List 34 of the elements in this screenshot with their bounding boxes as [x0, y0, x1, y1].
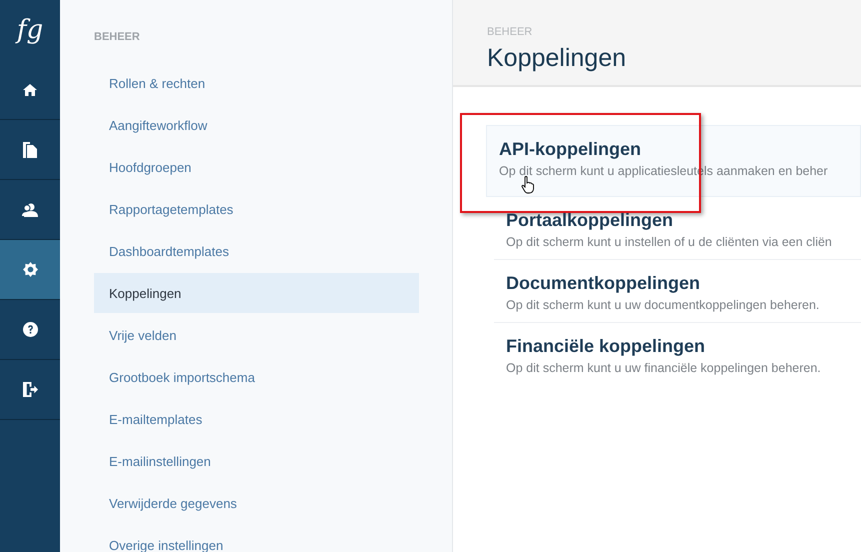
help-icon: [22, 322, 38, 337]
logo[interactable]: fg: [0, 0, 60, 60]
sidebar-item[interactable]: Rapportagetemplates: [94, 188, 419, 230]
logout-icon: [22, 382, 38, 397]
settings-icon: [22, 262, 38, 277]
link-title: Financiële koppelingen: [506, 336, 706, 357]
sidebar-item[interactable]: Koppelingen: [94, 273, 419, 313]
documents-icon: [23, 142, 37, 158]
sidebar-item[interactable]: E-mailtemplates: [94, 398, 419, 440]
sidebar-item[interactable]: Dashboardtemplates: [94, 230, 419, 272]
hand-cursor-icon: [521, 176, 535, 194]
home-icon: [23, 84, 37, 96]
sidebar-item[interactable]: E-mailinstellingen: [94, 440, 419, 482]
link-card[interactable]: Portaalkoppelingen Op dit scherm kunt u instellen of u de cliënten via een cliën: [494, 197, 861, 260]
sidebar-item[interactable]: Rollen & rechten: [94, 62, 419, 104]
users-icon: [22, 202, 38, 216]
sidebar-item[interactable]: Overige instellingen: [94, 524, 419, 552]
sidebar-item[interactable]: Grootboek importschema: [94, 356, 419, 398]
section-heading: BEHEER: [94, 31, 141, 43]
link-description: Op dit scherm kunt u uw financiële koppelingen beheren.: [506, 361, 822, 375]
nav-rail-item[interactable]: [0, 240, 60, 300]
sidebar-item[interactable]: Aangifteworkflow: [94, 104, 419, 146]
sidebar-item[interactable]: Verwijderde gegevens: [94, 482, 419, 524]
sidebar-item[interactable]: Hoofdgroepen: [94, 146, 419, 188]
link-description: Op dit scherm kunt u uw documentkoppelingen beheren.: [506, 298, 820, 312]
link-title: Portaalkoppelingen: [506, 210, 674, 231]
link-card[interactable]: Financiële koppelingen Op dit scherm kunt u uw financiële koppelingen beheren.: [494, 323, 861, 385]
sidebar-item[interactable]: Vrije velden: [94, 314, 419, 356]
link-card[interactable]: Documentkoppelingen Op dit scherm kunt u uw documentkoppelingen beheren.: [494, 260, 861, 323]
page-title: Koppelingen: [487, 44, 628, 73]
breadcrumb: BEHEER: [487, 26, 534, 38]
link-title: Documentkoppelingen: [506, 273, 702, 294]
link-description: Op dit scherm kunt u instellen of u de cliënten via een cliën: [506, 235, 833, 249]
link-title: API-koppelingen: [499, 139, 642, 160]
